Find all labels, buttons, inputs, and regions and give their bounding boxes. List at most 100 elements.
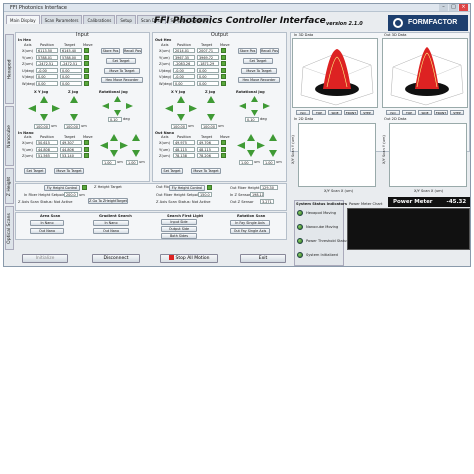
out-fly-height-button[interactable]: Fly Height Control bbox=[169, 185, 205, 191]
out-nano-target-input[interactable]: 49.706 bbox=[197, 140, 219, 145]
stop-all-motion-button[interactable]: Stop All Motion bbox=[160, 254, 218, 263]
gradient-in-nano-button[interactable]: In Nano bbox=[93, 220, 129, 226]
in-fiber-height-input[interactable]: 200.0 bbox=[64, 192, 78, 197]
out-hex-move-button[interactable] bbox=[221, 67, 226, 73]
first-light-input-button[interactable]: Input Side bbox=[161, 219, 197, 225]
close-icon[interactable]: × bbox=[459, 4, 468, 11]
in-z-step-input[interactable]: 100.00 bbox=[64, 124, 80, 129]
out-nano-xy-step-input[interactable]: 1.00 bbox=[239, 160, 253, 165]
in-3d-view-front-button[interactable]: FRONT bbox=[344, 110, 358, 115]
out-rot-step-input[interactable]: 0.10 bbox=[245, 117, 259, 122]
rotation-out-button[interactable]: Out Fay Single Axis bbox=[230, 228, 270, 234]
out-hex-move-button[interactable] bbox=[221, 61, 226, 66]
in-hex-target-input[interactable]: 0.00 bbox=[60, 67, 82, 73]
tab-main-display[interactable]: Main Display bbox=[6, 15, 40, 24]
out-3d-view-step-button[interactable]: STEP bbox=[450, 110, 464, 115]
out-2d-plot[interactable] bbox=[389, 123, 467, 187]
in-3d-view-iso-button[interactable]: ISO bbox=[296, 110, 310, 115]
in-recall-pos-button[interactable]: Recall Pos bbox=[123, 48, 142, 54]
in-nano-target-input[interactable]: 53.140 bbox=[60, 153, 82, 158]
in-hex-target-input[interactable]: -2472.51 bbox=[60, 61, 82, 66]
in-hex-target-input[interactable]: 0.00 bbox=[60, 74, 82, 79]
in-hex-move-recorder-button[interactable]: Hex Move Recorder bbox=[101, 77, 143, 83]
in-hex-move-button[interactable] bbox=[84, 80, 89, 86]
in-hex-move-button[interactable] bbox=[84, 48, 89, 53]
area-scan-out-nano-button[interactable]: Out Nano bbox=[30, 228, 64, 234]
maximize-icon[interactable]: □ bbox=[449, 4, 458, 11]
in-hex-target-input[interactable]: 0.00 bbox=[60, 80, 82, 86]
in-2d-plot[interactable] bbox=[298, 123, 376, 187]
out-move-to-target-button[interactable]: Move To Target bbox=[241, 68, 277, 74]
out-3d-view-front-button[interactable]: FRONT bbox=[434, 110, 448, 115]
out-hex-move-button[interactable] bbox=[221, 74, 226, 79]
out-nano-set-target-button[interactable]: Set Target bbox=[161, 168, 183, 174]
out-hex-target-input[interactable]: 0.00 bbox=[197, 74, 219, 79]
in-nano-move-button[interactable] bbox=[84, 140, 89, 145]
out-store-pos-button[interactable]: Store Pos bbox=[238, 48, 257, 54]
out-hex-move-button[interactable] bbox=[221, 48, 226, 53]
in-store-pos-button[interactable]: Store Pos bbox=[101, 48, 120, 54]
tab-scan-parameters[interactable]: Scan Parameters bbox=[40, 15, 83, 24]
side-tab-nanocube[interactable]: Nanocube bbox=[5, 106, 14, 166]
out-xy-step-input[interactable]: 100.00 bbox=[171, 124, 187, 129]
rotation-in-button[interactable]: In Fay Single Axis bbox=[230, 220, 270, 226]
in-rot-step-input[interactable]: 0.10 bbox=[108, 117, 122, 122]
initialize-button[interactable]: Initialize bbox=[22, 254, 68, 263]
in-nano-set-target-button[interactable]: Set Target bbox=[24, 168, 46, 174]
in-set-target-button[interactable]: Set Target bbox=[106, 58, 136, 64]
in-hex-move-button[interactable] bbox=[84, 54, 89, 60]
z-go-button[interactable]: Z Go To ZHeightTarget bbox=[88, 198, 128, 204]
in-nano-xy-step-input[interactable]: 1.00 bbox=[102, 160, 116, 165]
in-hex-move-button[interactable] bbox=[84, 67, 89, 73]
out-nano-z-step-input[interactable]: 1.00 bbox=[263, 160, 275, 165]
in-nano-move-button[interactable] bbox=[84, 146, 89, 152]
in-nano-z-step-input[interactable]: 1.00 bbox=[126, 160, 138, 165]
gradient-out-nano-button[interactable]: Out Nano bbox=[93, 228, 129, 234]
in-fly-height-button[interactable]: Fly Height Control bbox=[44, 185, 80, 191]
exit-button[interactable]: Exit bbox=[240, 254, 286, 263]
out-hex-move-recorder-button[interactable]: Hex Move Recorder bbox=[238, 77, 280, 83]
out-nano-move-button[interactable] bbox=[221, 146, 226, 152]
in-move-to-target-button[interactable]: Move To Target bbox=[104, 68, 140, 74]
disconnect-button[interactable]: Disconnect bbox=[92, 254, 140, 263]
first-light-output-button[interactable]: Output Side bbox=[161, 226, 197, 232]
out-nano-move-button[interactable] bbox=[221, 153, 226, 158]
out-nano-move-to-target-button[interactable]: Move To Target bbox=[191, 168, 221, 174]
in-hex-target-input[interactable]: 5788.00 bbox=[60, 54, 82, 60]
side-tab-hexapod[interactable]: Hexapod bbox=[5, 34, 14, 104]
in-nano-move-to-target-button[interactable]: Move To Target bbox=[54, 168, 84, 174]
area-scan-in-nano-button[interactable]: In Nano bbox=[30, 220, 64, 226]
out-hex-target-input[interactable]: 3969.72 bbox=[197, 54, 219, 60]
in-nano-target-input[interactable]: 44.806 bbox=[60, 146, 82, 152]
out-3d-plot[interactable] bbox=[382, 38, 468, 108]
tab-calibrations[interactable]: Calibrations bbox=[83, 15, 116, 24]
in-hex-move-button[interactable] bbox=[84, 74, 89, 79]
out-hex-move-button[interactable] bbox=[221, 54, 226, 60]
out-3d-view-iso-button[interactable]: ISO bbox=[386, 110, 400, 115]
first-light-both-button[interactable]: Both Sides bbox=[161, 233, 197, 239]
out-3d-view-top-button[interactable]: TOP bbox=[402, 110, 416, 115]
in-3d-plot[interactable] bbox=[292, 38, 378, 108]
in-nano-target-input[interactable]: 49.307 bbox=[60, 140, 82, 145]
in-3d-view-top-button[interactable]: TOP bbox=[312, 110, 326, 115]
out-set-target-button[interactable]: Set Target bbox=[243, 58, 273, 64]
out-hex-target-input[interactable]: -1871.29 bbox=[197, 61, 219, 66]
in-xy-step-input[interactable]: 100.00 bbox=[34, 124, 50, 129]
in-nano-move-button[interactable] bbox=[84, 153, 89, 158]
out-hex-target-input[interactable]: 2007.71 bbox=[197, 48, 219, 53]
out-z-step-input[interactable]: 100.00 bbox=[201, 124, 217, 129]
out-recall-pos-button[interactable]: Recall Pos bbox=[260, 48, 279, 54]
out-hex-move-button[interactable] bbox=[221, 80, 226, 86]
in-hex-target-input[interactable]: 6145.40 bbox=[60, 48, 82, 53]
tab-setup[interactable]: Setup bbox=[116, 15, 136, 24]
minimize-icon[interactable]: – bbox=[439, 4, 448, 11]
in-3d-view-step-button[interactable]: STEP bbox=[360, 110, 374, 115]
out-nano-target-input[interactable]: 48.115 bbox=[197, 146, 219, 152]
out-3d-view-side-button[interactable]: SIDE bbox=[418, 110, 432, 115]
out-hex-target-input[interactable]: 0.00 bbox=[197, 67, 219, 73]
side-tab-optical-scans[interactable]: Optical Scans bbox=[5, 206, 14, 250]
out-hex-target-input[interactable]: 0.00 bbox=[197, 80, 219, 86]
out-nano-target-input[interactable]: 78.206 bbox=[197, 153, 219, 158]
out-nano-move-button[interactable] bbox=[221, 140, 226, 145]
in-3d-view-side-button[interactable]: SIDE bbox=[328, 110, 342, 115]
